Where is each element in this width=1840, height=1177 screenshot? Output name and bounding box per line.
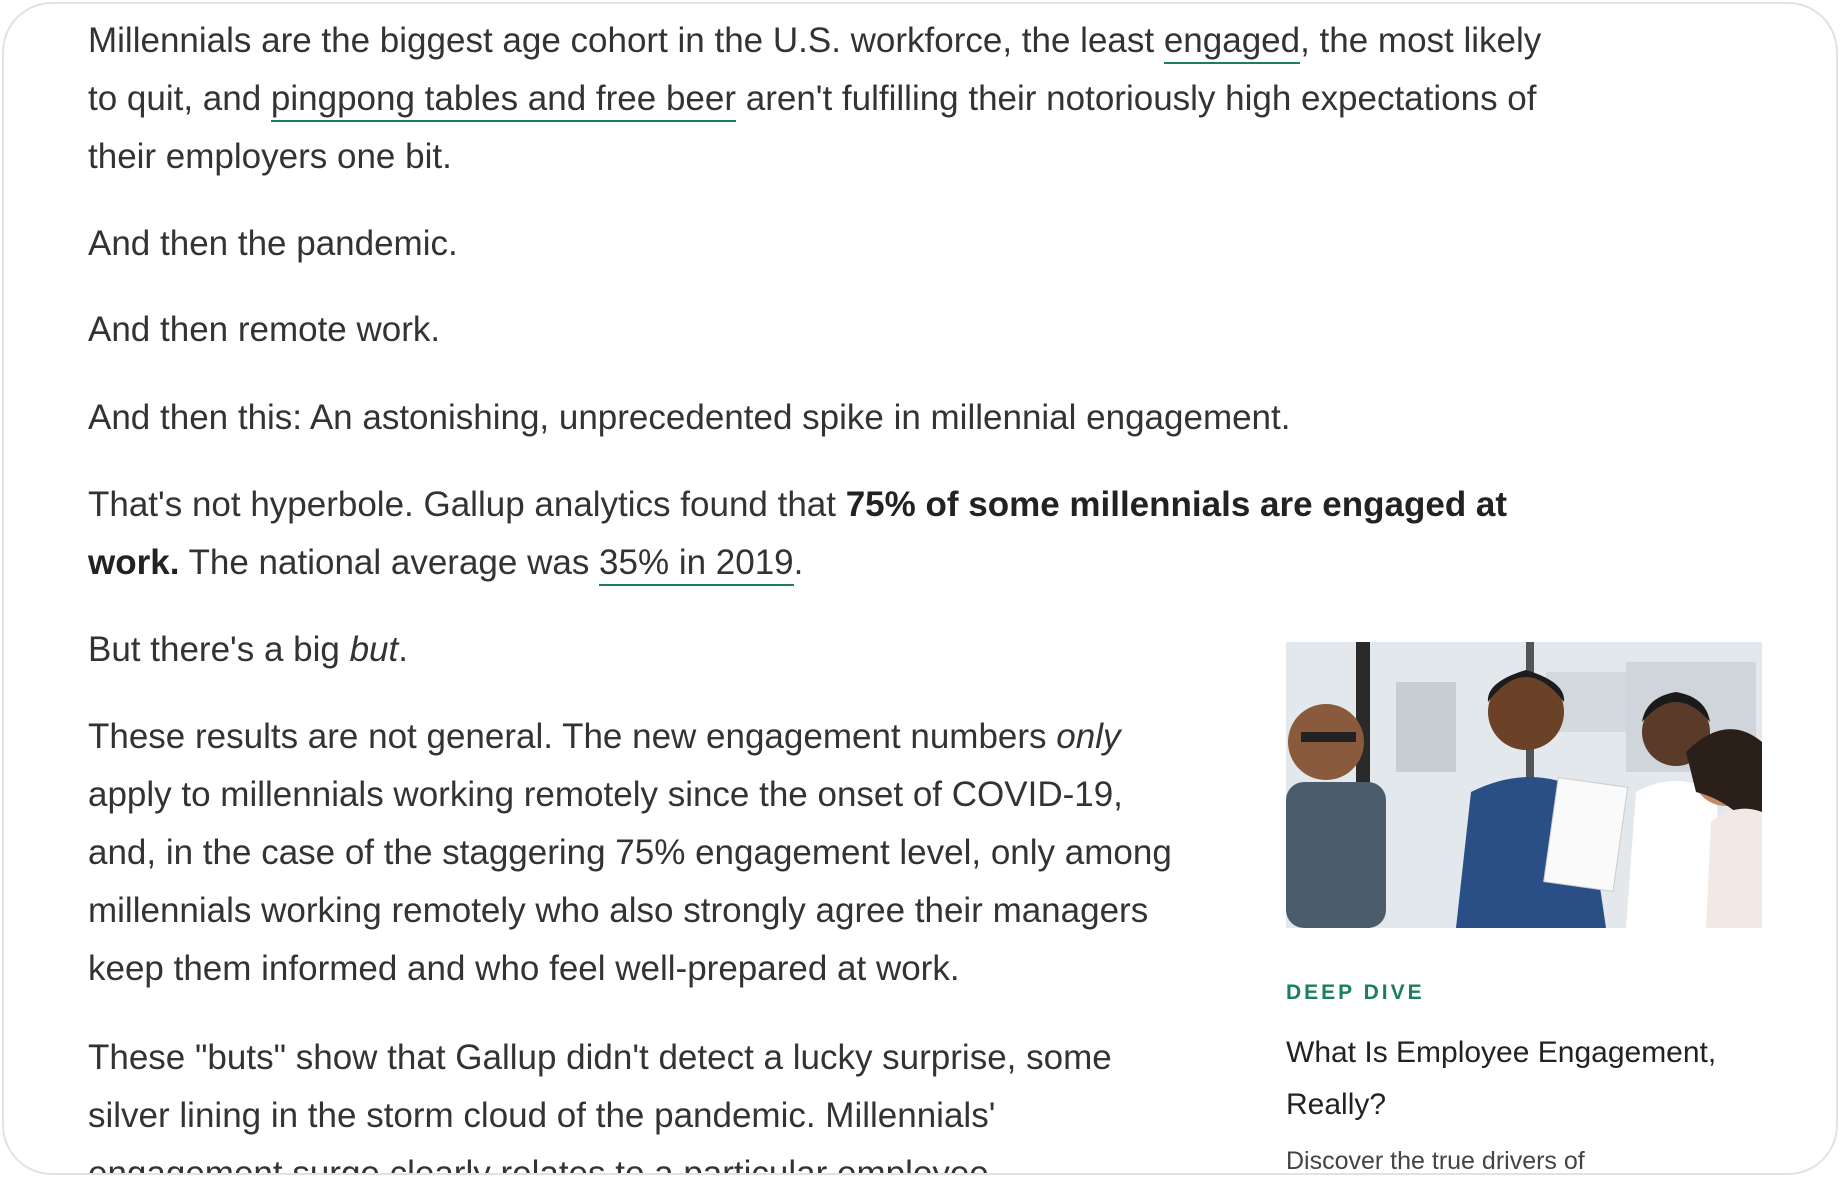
paragraph-spike: And then this: An astonishing, unprecede… xyxy=(88,398,1291,437)
engaged-link[interactable]: engaged xyxy=(1163,21,1301,64)
paragraph-big-but: But there's a big but. xyxy=(88,630,408,669)
deep-dive-description: Discover the true drivers of xyxy=(1286,1147,1585,1175)
paragraph-statistics: That's not hyperbole. Gallup analytics f… xyxy=(88,476,1548,592)
deep-dive-title-link[interactable]: What Is Employee Engagement, Really? xyxy=(1286,1027,1762,1131)
paragraph-pandemic: And then the pandemic. xyxy=(88,224,458,263)
team-meeting-photo-icon xyxy=(1286,642,1762,928)
paragraph-intro: Millennials are the biggest age cohort i… xyxy=(88,21,1542,176)
paragraph-remote-work: And then remote work. xyxy=(88,310,441,349)
deep-dive-image[interactable] xyxy=(1286,642,1762,928)
pingpong-tables-link[interactable]: pingpong tables and free beer xyxy=(270,79,737,122)
deep-dive-card[interactable]: DEEP DIVE What Is Employee Engagement, R… xyxy=(1286,642,1762,1175)
national-average-link[interactable]: 35% in 2019 xyxy=(599,543,794,586)
paragraph-results: These results are not general. The new e… xyxy=(88,717,1172,988)
paragraph-buts: These "buts" show that Gallup didn't det… xyxy=(88,1038,1112,1175)
page-frame: Millennials are the biggest age cohort i… xyxy=(2,2,1838,1175)
deep-dive-label: DEEP DIVE xyxy=(1286,981,1425,1004)
